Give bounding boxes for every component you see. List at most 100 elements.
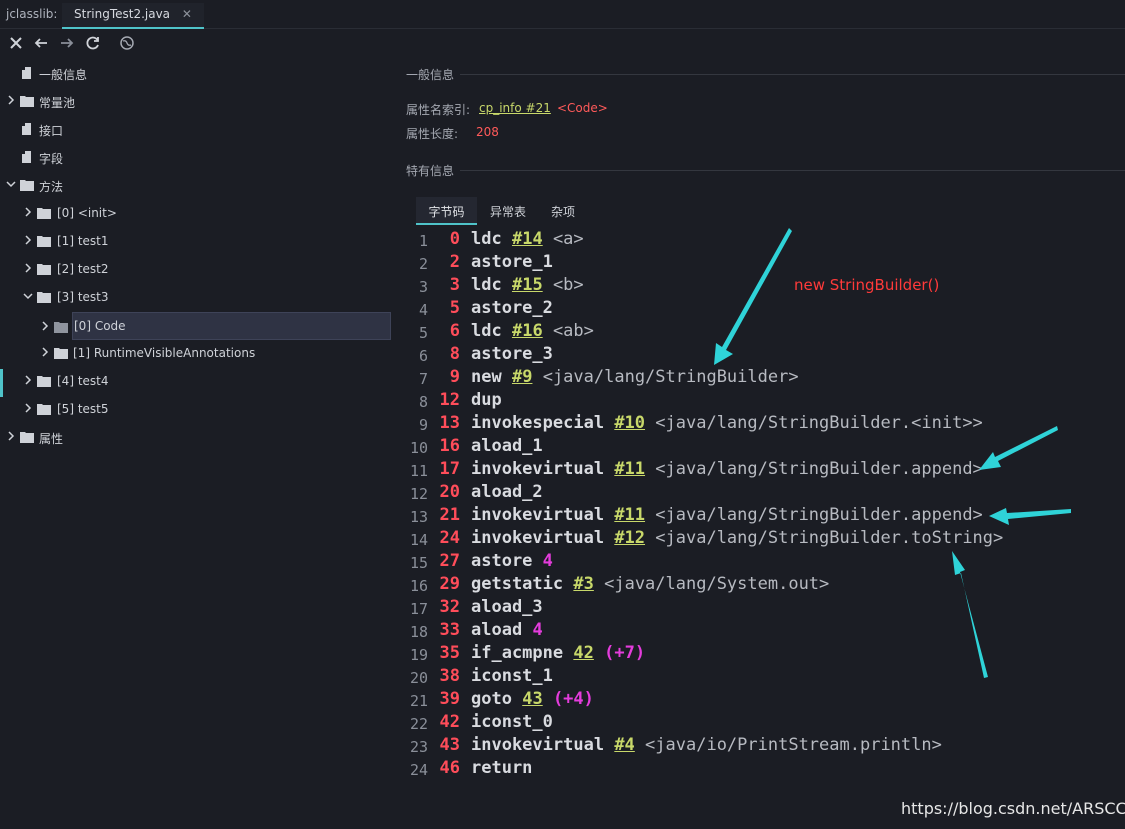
constant-pool-link[interactable]: #9	[512, 367, 532, 387]
tab-exception-table[interactable]: 异常表	[478, 197, 538, 225]
tab-misc[interactable]: 杂项	[539, 197, 587, 225]
instruction: ldc #15 <b>	[471, 275, 584, 295]
bytecode-offset: 35	[439, 643, 460, 663]
bytecode-offset: 9	[449, 367, 460, 387]
tree-item-method-5[interactable]: [5] test5	[0, 395, 392, 423]
back-arrow-icon[interactable]	[31, 33, 51, 53]
line-number: 21	[409, 692, 428, 710]
chevron-right-icon[interactable]	[39, 320, 51, 332]
chevron-right-icon[interactable]	[22, 262, 34, 274]
folder-icon	[20, 96, 34, 107]
chevron-right-icon[interactable]	[22, 234, 34, 246]
tree-item-method-2[interactable]: [2] test2	[0, 255, 392, 283]
arrow-to-tostring	[952, 551, 988, 678]
divider	[460, 74, 1125, 75]
line-number: 2	[418, 255, 428, 273]
arrow-to-append-1	[979, 426, 1058, 470]
line-number: 23	[409, 738, 428, 756]
opcode: dup	[471, 390, 502, 410]
instruction: iconst_0	[471, 712, 553, 732]
bytecode-offset: 39	[439, 689, 460, 709]
tree-item-methods[interactable]: 方法	[0, 171, 392, 199]
constant-pool-link[interactable]: 42	[573, 643, 593, 663]
tree-item-runtime-visible-annotations[interactable]: [1] RuntimeVisibleAnnotations	[0, 339, 392, 367]
chevron-right-icon[interactable]	[39, 346, 51, 358]
instruction: iconst_1	[471, 666, 553, 686]
opcode: astore_2	[471, 298, 553, 318]
tab-bytecode[interactable]: 字节码	[416, 197, 477, 225]
folder-icon	[37, 292, 51, 303]
line-number: 19	[409, 646, 428, 664]
refresh-icon[interactable]	[83, 33, 103, 53]
globe-icon[interactable]	[117, 33, 137, 53]
name-index-link[interactable]: cp_info #21	[479, 101, 551, 115]
chevron-right-icon[interactable]	[22, 374, 34, 386]
constant-pool-link[interactable]: #15	[512, 275, 543, 295]
instruction: aload_3	[471, 597, 543, 617]
instruction-comment: <a>	[552, 229, 584, 249]
close-icon[interactable]	[6, 33, 26, 53]
instruction: goto 43 (+4)	[471, 689, 594, 709]
constant-pool-link[interactable]: 43	[522, 689, 542, 709]
tree-item-interfaces[interactable]: 接口	[0, 115, 392, 143]
chevron-right-icon[interactable]	[5, 94, 17, 106]
bytecode-offset: 27	[439, 551, 460, 571]
chevron-right-icon[interactable]	[22, 402, 34, 414]
chevron-right-icon[interactable]	[5, 430, 17, 442]
opcode: ldc	[471, 321, 502, 341]
instruction: getstatic #3 <java/lang/System.out>	[471, 574, 829, 594]
folder-icon	[37, 208, 51, 219]
instruction: invokevirtual #11 <java/lang/StringBuild…	[471, 505, 983, 525]
arrow-to-append-2	[989, 508, 1071, 525]
length-value: 208	[476, 125, 499, 139]
operand-number: 4	[542, 551, 553, 571]
bytecode-offset: 13	[439, 413, 460, 433]
tree-item-method-4[interactable]: [4] test4	[0, 367, 392, 395]
name-index-label: 属性名索引:	[406, 103, 471, 117]
bytecode-offset: 8	[449, 344, 460, 364]
tree-item-general[interactable]: 一般信息	[0, 59, 392, 87]
chevron-down-icon[interactable]	[5, 178, 17, 190]
bytecode-offset: 5	[449, 298, 460, 318]
opcode: aload	[471, 620, 523, 640]
forward-arrow-icon[interactable]	[57, 33, 77, 53]
tree-item-attributes[interactable]: 属性	[0, 423, 392, 451]
opcode: iconst_1	[471, 666, 553, 686]
tree-item-fields[interactable]: 字段	[0, 143, 392, 171]
bytecode-offset: 16	[439, 436, 460, 456]
file-icon	[22, 151, 31, 163]
bytecode-offset: 38	[439, 666, 460, 686]
constant-pool-link[interactable]: #11	[614, 459, 645, 479]
tab-stringtest2[interactable]: StringTest2.java ✕	[62, 3, 204, 29]
constant-pool-link[interactable]: #3	[573, 574, 593, 594]
tree-item-constant-pool[interactable]: 常量池	[0, 87, 392, 115]
chevron-down-icon[interactable]	[22, 290, 34, 302]
tree-item-code[interactable]: [0] Code	[42, 312, 391, 340]
bytecode-offset: 32	[439, 597, 460, 617]
constant-pool-link[interactable]: #12	[614, 528, 645, 548]
opcode: ldc	[471, 229, 502, 249]
chevron-right-icon[interactable]	[22, 206, 34, 218]
instruction-comment: <java/lang/StringBuilder.<init>>	[655, 413, 983, 433]
constant-pool-link[interactable]: #4	[614, 735, 634, 755]
bytecode-offset: 29	[439, 574, 460, 594]
instruction: aload_2	[471, 482, 543, 502]
opcode: iconst_0	[471, 712, 553, 732]
constant-pool-link[interactable]: #16	[512, 321, 543, 341]
length-label: 属性长度:	[406, 127, 459, 141]
line-number: 9	[418, 416, 428, 434]
constant-pool-link[interactable]: #14	[512, 229, 543, 249]
close-icon[interactable]: ✕	[182, 7, 192, 21]
instruction: if_acmpne 42 (+7)	[471, 643, 645, 663]
constant-pool-link[interactable]: #11	[614, 505, 645, 525]
line-number: 22	[409, 715, 428, 733]
tree-item-method-3[interactable]: [3] test3	[0, 283, 392, 311]
constant-pool-link[interactable]: #10	[614, 413, 645, 433]
instruction: ldc #16 <ab>	[471, 321, 594, 341]
tree-item-method-0[interactable]: [0] <init>	[0, 199, 392, 227]
bytecode-offset: 21	[439, 505, 460, 525]
line-number: 18	[409, 623, 428, 641]
folder-icon	[54, 348, 68, 359]
tree-item-method-1[interactable]: [1] test1	[0, 227, 392, 255]
opcode: aload_1	[471, 436, 543, 456]
